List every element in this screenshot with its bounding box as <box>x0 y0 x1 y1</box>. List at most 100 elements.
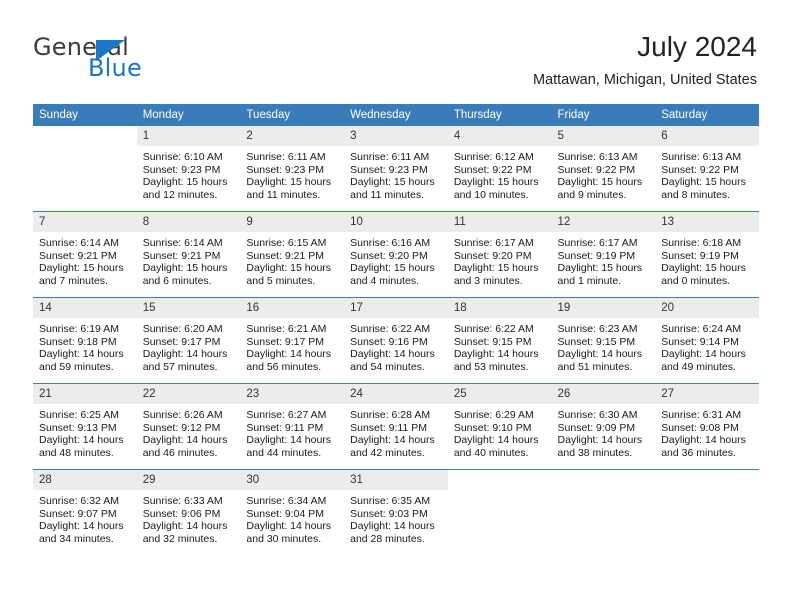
calendar-day-cell[interactable]: 4 Sunrise: 6:12 AM Sunset: 9:22 PM Dayli… <box>447 126 552 212</box>
day-number: 28 <box>33 470 137 490</box>
sunrise-text: Sunrise: 6:14 AM <box>142 237 223 249</box>
calendar-day-cell[interactable]: 22 Sunrise: 6:26 AM Sunset: 9:12 PM Dayl… <box>136 383 241 470</box>
page-title: July 2024 <box>637 31 757 62</box>
daylight-text-line2: and 28 minutes. <box>350 532 425 545</box>
day-details: Sunrise: 6:13 AM Sunset: 9:22 PM Dayligh… <box>655 146 759 201</box>
calendar-day-cell[interactable]: 30 Sunrise: 6:34 AM Sunset: 9:04 PM Dayl… <box>240 469 345 555</box>
calendar-day-cell[interactable]: 11 Sunrise: 6:17 AM Sunset: 9:20 PM Dayl… <box>447 211 552 298</box>
calendar-day-cell[interactable]: 25 Sunrise: 6:29 AM Sunset: 9:10 PM Dayl… <box>447 383 552 470</box>
weekday-header-friday: Friday <box>551 104 656 126</box>
calendar-day-cell[interactable]: 15 Sunrise: 6:20 AM Sunset: 9:17 PM Dayl… <box>136 297 241 384</box>
day-number <box>33 126 137 146</box>
calendar-day-cell[interactable]: 17 Sunrise: 6:22 AM Sunset: 9:16 PM Dayl… <box>344 297 448 384</box>
day-details: Sunrise: 6:19 AM Sunset: 9:18 PM Dayligh… <box>33 318 137 373</box>
daylight-text-line1: Daylight: 15 hours <box>661 262 746 275</box>
daylight-text-line2: and 42 minutes. <box>350 446 425 459</box>
calendar-day-cell[interactable]: 6 Sunrise: 6:13 AM Sunset: 9:22 PM Dayli… <box>655 126 759 212</box>
calendar-day-cell[interactable]: 27 Sunrise: 6:31 AM Sunset: 9:08 PM Dayl… <box>655 383 759 470</box>
calendar-day-cell[interactable]: 5 Sunrise: 6:13 AM Sunset: 9:22 PM Dayli… <box>551 126 656 212</box>
sunset-text: Sunset: 9:09 PM <box>557 421 636 434</box>
sunrise-text: Sunrise: 6:25 AM <box>39 409 119 421</box>
day-cell-inner: 5 Sunrise: 6:13 AM Sunset: 9:22 PM Dayli… <box>551 126 656 211</box>
daylight-text-line2: and 9 minutes. <box>557 188 627 201</box>
sunrise-text: Sunrise: 6:32 AM <box>39 495 119 507</box>
calendar-day-cell[interactable]: 9 Sunrise: 6:15 AM Sunset: 9:21 PM Dayli… <box>240 211 345 298</box>
calendar-day-cell[interactable]: 7 Sunrise: 6:14 AM Sunset: 9:21 PM Dayli… <box>33 211 137 298</box>
daylight-text-line2: and 51 minutes. <box>557 360 633 373</box>
calendar-day-cell[interactable]: 26 Sunrise: 6:30 AM Sunset: 9:09 PM Dayl… <box>551 383 656 470</box>
calendar-day-cell[interactable]: 24 Sunrise: 6:28 AM Sunset: 9:11 PM Dayl… <box>344 383 448 470</box>
calendar-header-row: Sunday Monday Tuesday Wednesday Thursday… <box>33 104 759 126</box>
daylight-text-line2: and 3 minutes. <box>453 274 523 287</box>
calendar-day-cell[interactable]: 13 Sunrise: 6:18 AM Sunset: 9:19 PM Dayl… <box>655 211 759 298</box>
page-header: General Blue July 2024 Mattawan, Michiga… <box>0 0 792 100</box>
day-number: 16 <box>240 298 345 318</box>
daylight-text-line1: Daylight: 14 hours <box>142 520 228 533</box>
sunrise-text: Sunrise: 6:14 AM <box>39 237 119 249</box>
day-cell-inner: 24 Sunrise: 6:28 AM Sunset: 9:11 PM Dayl… <box>344 384 448 469</box>
calendar-day-cell[interactable]: 28 Sunrise: 6:32 AM Sunset: 9:07 PM Dayl… <box>33 469 137 555</box>
calendar-day-cell[interactable]: 8 Sunrise: 6:14 AM Sunset: 9:21 PM Dayli… <box>136 211 241 298</box>
daylight-text-line1: Daylight: 14 hours <box>39 348 124 361</box>
calendar-day-cell[interactable]: 1 Sunrise: 6:10 AM Sunset: 9:23 PM Dayli… <box>136 126 241 212</box>
day-details: Sunrise: 6:26 AM Sunset: 9:12 PM Dayligh… <box>137 404 241 459</box>
daylight-text-line1: Daylight: 14 hours <box>39 434 124 447</box>
daylight-text-line2: and 38 minutes. <box>557 446 633 459</box>
calendar-day-cell[interactable]: 29 Sunrise: 6:33 AM Sunset: 9:06 PM Dayl… <box>136 469 241 555</box>
daylight-text-line2: and 11 minutes. <box>246 188 321 201</box>
day-cell-inner: 27 Sunrise: 6:31 AM Sunset: 9:08 PM Dayl… <box>655 384 759 469</box>
calendar-day-cell[interactable]: 18 Sunrise: 6:22 AM Sunset: 9:15 PM Dayl… <box>447 297 552 384</box>
calendar-day-cell[interactable]: 20 Sunrise: 6:24 AM Sunset: 9:14 PM Dayl… <box>655 297 759 384</box>
calendar-day-cell[interactable]: 21 Sunrise: 6:25 AM Sunset: 9:13 PM Dayl… <box>33 383 137 470</box>
day-number: 10 <box>344 212 448 232</box>
calendar-day-cell[interactable]: 10 Sunrise: 6:16 AM Sunset: 9:20 PM Dayl… <box>344 211 448 298</box>
sunrise-text: Sunrise: 6:13 AM <box>661 151 742 163</box>
sunset-text: Sunset: 9:04 PM <box>246 507 325 520</box>
day-cell-inner: 28 Sunrise: 6:32 AM Sunset: 9:07 PM Dayl… <box>33 470 137 555</box>
day-details: Sunrise: 6:17 AM Sunset: 9:19 PM Dayligh… <box>552 232 656 287</box>
daylight-text-line2: and 54 minutes. <box>350 360 425 373</box>
day-number: 4 <box>447 126 552 146</box>
daylight-text-line1: Daylight: 15 hours <box>246 176 332 189</box>
calendar-day-cell[interactable]: 23 Sunrise: 6:27 AM Sunset: 9:11 PM Dayl… <box>240 383 345 470</box>
calendar-day-cell[interactable] <box>33 126 137 212</box>
day-cell-inner: 12 Sunrise: 6:17 AM Sunset: 9:19 PM Dayl… <box>551 212 656 297</box>
sunset-text: Sunset: 9:07 PM <box>39 507 117 520</box>
calendar-week-row: 1 Sunrise: 6:10 AM Sunset: 9:23 PM Dayli… <box>33 126 759 212</box>
day-cell-inner <box>447 470 552 555</box>
sunrise-text: Sunrise: 6:28 AM <box>350 409 431 421</box>
day-cell-inner: 25 Sunrise: 6:29 AM Sunset: 9:10 PM Dayl… <box>447 384 552 469</box>
day-cell-inner: 3 Sunrise: 6:11 AM Sunset: 9:23 PM Dayli… <box>344 126 448 211</box>
day-details: Sunrise: 6:16 AM Sunset: 9:20 PM Dayligh… <box>344 232 448 287</box>
calendar-day-cell[interactable]: 2 Sunrise: 6:11 AM Sunset: 9:23 PM Dayli… <box>240 126 345 212</box>
daylight-text-line1: Daylight: 14 hours <box>350 434 435 447</box>
general-blue-logo[interactable]: General Blue <box>33 34 223 84</box>
calendar-day-cell[interactable]: 16 Sunrise: 6:21 AM Sunset: 9:17 PM Dayl… <box>240 297 345 384</box>
day-details <box>655 490 759 495</box>
day-cell-inner: 11 Sunrise: 6:17 AM Sunset: 9:20 PM Dayl… <box>447 212 552 297</box>
sunset-text: Sunset: 9:16 PM <box>350 335 428 348</box>
day-cell-inner <box>655 470 759 555</box>
daylight-text-line1: Daylight: 14 hours <box>350 520 435 533</box>
calendar-day-cell[interactable]: 19 Sunrise: 6:23 AM Sunset: 9:15 PM Dayl… <box>551 297 656 384</box>
sunrise-text: Sunrise: 6:33 AM <box>142 495 223 507</box>
calendar-day-cell[interactable] <box>655 469 759 555</box>
calendar-day-cell[interactable]: 31 Sunrise: 6:35 AM Sunset: 9:03 PM Dayl… <box>344 469 448 555</box>
daylight-text-line1: Daylight: 14 hours <box>453 348 539 361</box>
calendar-day-cell[interactable]: 3 Sunrise: 6:11 AM Sunset: 9:23 PM Dayli… <box>344 126 448 212</box>
calendar-day-cell[interactable]: 14 Sunrise: 6:19 AM Sunset: 9:18 PM Dayl… <box>33 297 137 384</box>
daylight-text-line1: Daylight: 14 hours <box>246 520 332 533</box>
calendar-day-cell[interactable] <box>447 469 552 555</box>
day-number: 30 <box>240 470 345 490</box>
calendar-day-cell[interactable]: 12 Sunrise: 6:17 AM Sunset: 9:19 PM Dayl… <box>551 211 656 298</box>
sunrise-text: Sunrise: 6:17 AM <box>557 237 638 249</box>
sunrise-text: Sunrise: 6:22 AM <box>453 323 534 335</box>
weekday-header-thursday: Thursday <box>447 104 552 126</box>
day-cell-inner: 16 Sunrise: 6:21 AM Sunset: 9:17 PM Dayl… <box>240 298 345 383</box>
calendar-day-cell[interactable] <box>551 469 656 555</box>
page-subtitle: Mattawan, Michigan, United States <box>532 72 757 88</box>
day-details: Sunrise: 6:32 AM Sunset: 9:07 PM Dayligh… <box>33 490 137 545</box>
sunset-text: Sunset: 9:14 PM <box>661 335 739 348</box>
day-cell-inner: 18 Sunrise: 6:22 AM Sunset: 9:15 PM Dayl… <box>447 298 552 383</box>
calendar-week-row: 21 Sunrise: 6:25 AM Sunset: 9:13 PM Dayl… <box>33 383 759 470</box>
